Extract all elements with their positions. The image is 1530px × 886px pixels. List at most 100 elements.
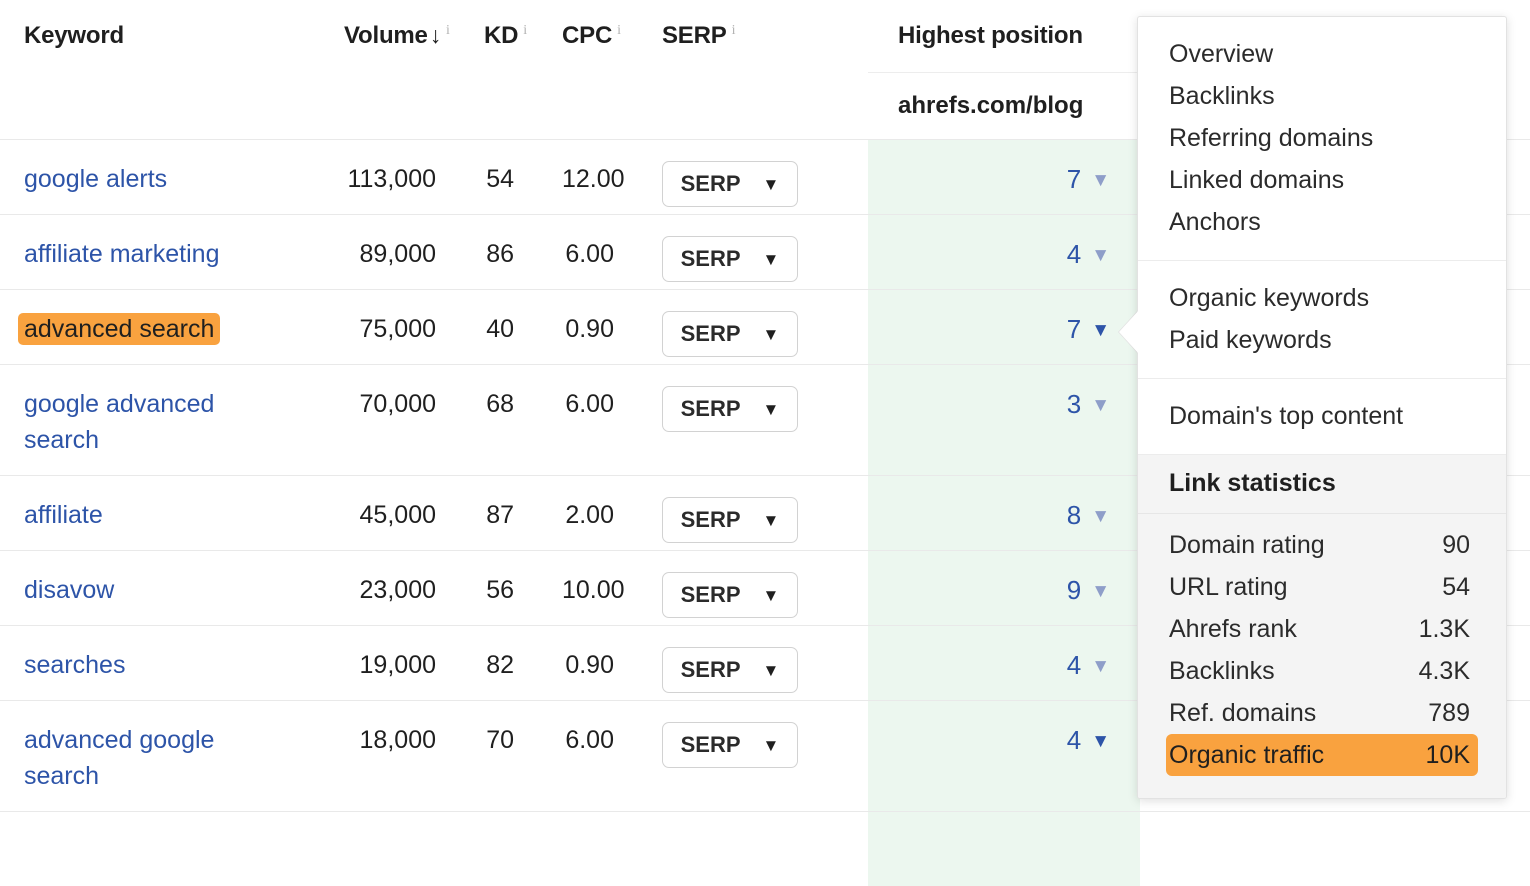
cell-kd: 68 [460, 365, 538, 476]
chevron-down-icon: ▼ [763, 662, 780, 679]
menu-item-organic-keywords[interactable]: Organic keywords [1138, 277, 1506, 319]
chevron-down-icon[interactable]: ▼ [1091, 320, 1110, 342]
position-value[interactable]: 7 [1067, 164, 1081, 194]
column-header-serp[interactable]: SERPi [638, 0, 868, 73]
menu-item-domains-top-content[interactable]: Domain's top content [1138, 395, 1506, 437]
serp-dropdown-button[interactable]: SERP▼ [662, 236, 798, 282]
cell-serp: SERP▼ [638, 215, 868, 290]
cell-highest-position: 9▼ [868, 551, 1140, 626]
cell-keyword [0, 812, 320, 886]
cell-kd [460, 812, 538, 886]
cell-highest-position: 3▼ [868, 365, 1140, 476]
position-value[interactable]: 8 [1067, 500, 1081, 530]
cell-cpc: 0.90 [538, 290, 638, 365]
chevron-down-icon[interactable]: ▼ [1091, 656, 1110, 678]
keyword-link-highlighted[interactable]: advanced search [18, 313, 220, 345]
stat-row-ahrefs-rank: Ahrefs rank 1.3K [1138, 608, 1506, 650]
info-icon[interactable]: i [523, 23, 527, 38]
chevron-down-icon: ▼ [763, 512, 780, 529]
cell-kd: 87 [460, 476, 538, 551]
cell-kd: 56 [460, 551, 538, 626]
cell-cpc: 6.00 [538, 215, 638, 290]
position-value[interactable]: 4 [1067, 725, 1081, 755]
position-value[interactable]: 4 [1067, 239, 1081, 269]
cell-volume: 19,000 [320, 626, 460, 701]
serp-button-label: SERP [681, 657, 741, 683]
serp-dropdown-button[interactable]: SERP▼ [662, 572, 798, 618]
stat-value: 90 [1442, 524, 1470, 566]
position-value[interactable]: 9 [1067, 575, 1081, 605]
cell-keyword: affiliate marketing [0, 215, 320, 290]
keyword-link[interactable]: google advanced search [24, 390, 214, 454]
stat-label: Ahrefs rank [1169, 608, 1297, 650]
cpc-value: 6.00 [538, 215, 638, 272]
chevron-down-icon[interactable]: ▼ [1091, 731, 1110, 753]
cell-kd: 70 [460, 701, 538, 812]
column-header-volume[interactable]: Volume↓i [320, 0, 460, 73]
chevron-down-icon: ▼ [763, 737, 780, 754]
cell-volume: 45,000 [320, 476, 460, 551]
keyword-link[interactable]: searches [24, 651, 125, 679]
subheader-spacer-serp [638, 73, 868, 140]
dropdown-group-keywords: Organic keywords Paid keywords [1138, 261, 1506, 379]
chevron-down-icon[interactable]: ▼ [1091, 245, 1110, 267]
keyword-link[interactable]: affiliate marketing [24, 240, 219, 268]
menu-item-backlinks[interactable]: Backlinks [1138, 75, 1506, 117]
column-header-kd[interactable]: KDi [460, 0, 538, 73]
chevron-down-icon[interactable]: ▼ [1091, 506, 1110, 528]
position-value[interactable]: 7 [1067, 314, 1081, 344]
cell-kd: 82 [460, 626, 538, 701]
column-header-keyword[interactable]: Keyword [0, 0, 320, 73]
position-value[interactable]: 4 [1067, 650, 1081, 680]
serp-dropdown-button[interactable]: SERP ▼ [662, 647, 798, 693]
column-header-highest-position[interactable]: Highest position [868, 0, 1140, 73]
cell-keyword: affiliate [0, 476, 320, 551]
keyword-link[interactable]: affiliate [24, 501, 103, 529]
serp-dropdown-button[interactable]: SERP▼ [662, 311, 798, 357]
volume-value: 89,000 [320, 215, 460, 272]
cell-highest-position: 8▼ [868, 476, 1140, 551]
dropdown-pointer-icon [1119, 310, 1139, 354]
serp-dropdown-button[interactable]: SERP▼ [662, 497, 798, 543]
menu-item-paid-keywords[interactable]: Paid keywords [1138, 319, 1506, 361]
table-row-partial[interactable] [0, 812, 1530, 886]
info-icon[interactable]: i [617, 23, 621, 38]
cell-serp: SERP ▼ [638, 701, 868, 812]
serp-dropdown-button[interactable]: SERP ▼ [662, 722, 798, 768]
serp-dropdown-button[interactable]: SERP▼ [662, 161, 798, 207]
cell-cpc: 6.00 [538, 701, 638, 812]
serp-button-label: SERP [681, 732, 741, 758]
cell-keyword: google alerts [0, 140, 320, 215]
cell-serp [638, 812, 868, 886]
menu-item-linked-domains[interactable]: Linked domains [1138, 159, 1506, 201]
keyword-link[interactable]: disavow [24, 576, 114, 604]
cpc-value: 12.00 [538, 140, 638, 197]
sort-descending-icon[interactable]: ↓ [430, 22, 441, 48]
stat-label: Ref. domains [1169, 692, 1316, 734]
keyword-link[interactable]: advanced google search [24, 726, 214, 790]
cpc-value: 10.00 [538, 551, 638, 608]
stat-value: 54 [1442, 566, 1470, 608]
kd-value: 86 [460, 215, 538, 272]
cell-keyword: advanced google search [0, 701, 320, 812]
volume-value: 70,000 [320, 365, 460, 422]
stat-value: 4.3K [1419, 650, 1470, 692]
cell-spacer [1140, 812, 1530, 886]
column-header-cpc[interactable]: CPCi [538, 0, 638, 73]
chevron-down-icon[interactable]: ▼ [1091, 395, 1110, 417]
serp-dropdown-button[interactable]: SERP▼ [662, 386, 798, 432]
chevron-down-icon[interactable]: ▼ [1091, 170, 1110, 192]
chevron-down-icon[interactable]: ▼ [1091, 581, 1110, 603]
info-icon[interactable]: i [446, 23, 450, 38]
keyword-link[interactable]: google alerts [24, 165, 167, 193]
info-icon[interactable]: i [732, 23, 736, 38]
menu-item-anchors[interactable]: Anchors [1138, 201, 1506, 243]
chevron-down-icon: ▼ [763, 587, 780, 604]
target-domain-label: ahrefs.com/blog [868, 92, 1140, 120]
menu-item-overview[interactable]: Overview [1138, 33, 1506, 75]
cell-serp: SERP▼ [638, 290, 868, 365]
volume-value: 75,000 [320, 290, 460, 347]
cell-serp: SERP▼ [638, 140, 868, 215]
menu-item-referring-domains[interactable]: Referring domains [1138, 117, 1506, 159]
position-value[interactable]: 3 [1067, 389, 1081, 419]
